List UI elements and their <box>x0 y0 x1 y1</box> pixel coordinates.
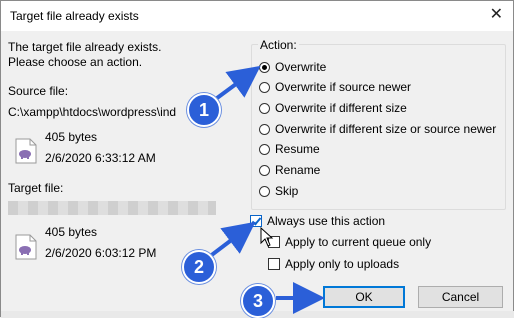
callout-badge-1: 1 <box>187 93 221 127</box>
arrow-2 <box>207 221 256 259</box>
arrow-1 <box>211 65 261 103</box>
dialog-window: Target file already exists ✕ The target … <box>0 0 514 318</box>
annotation-arrows <box>207 65 325 314</box>
callout-badge-3: 3 <box>241 284 275 318</box>
callout-badge-2: 2 <box>182 250 216 284</box>
